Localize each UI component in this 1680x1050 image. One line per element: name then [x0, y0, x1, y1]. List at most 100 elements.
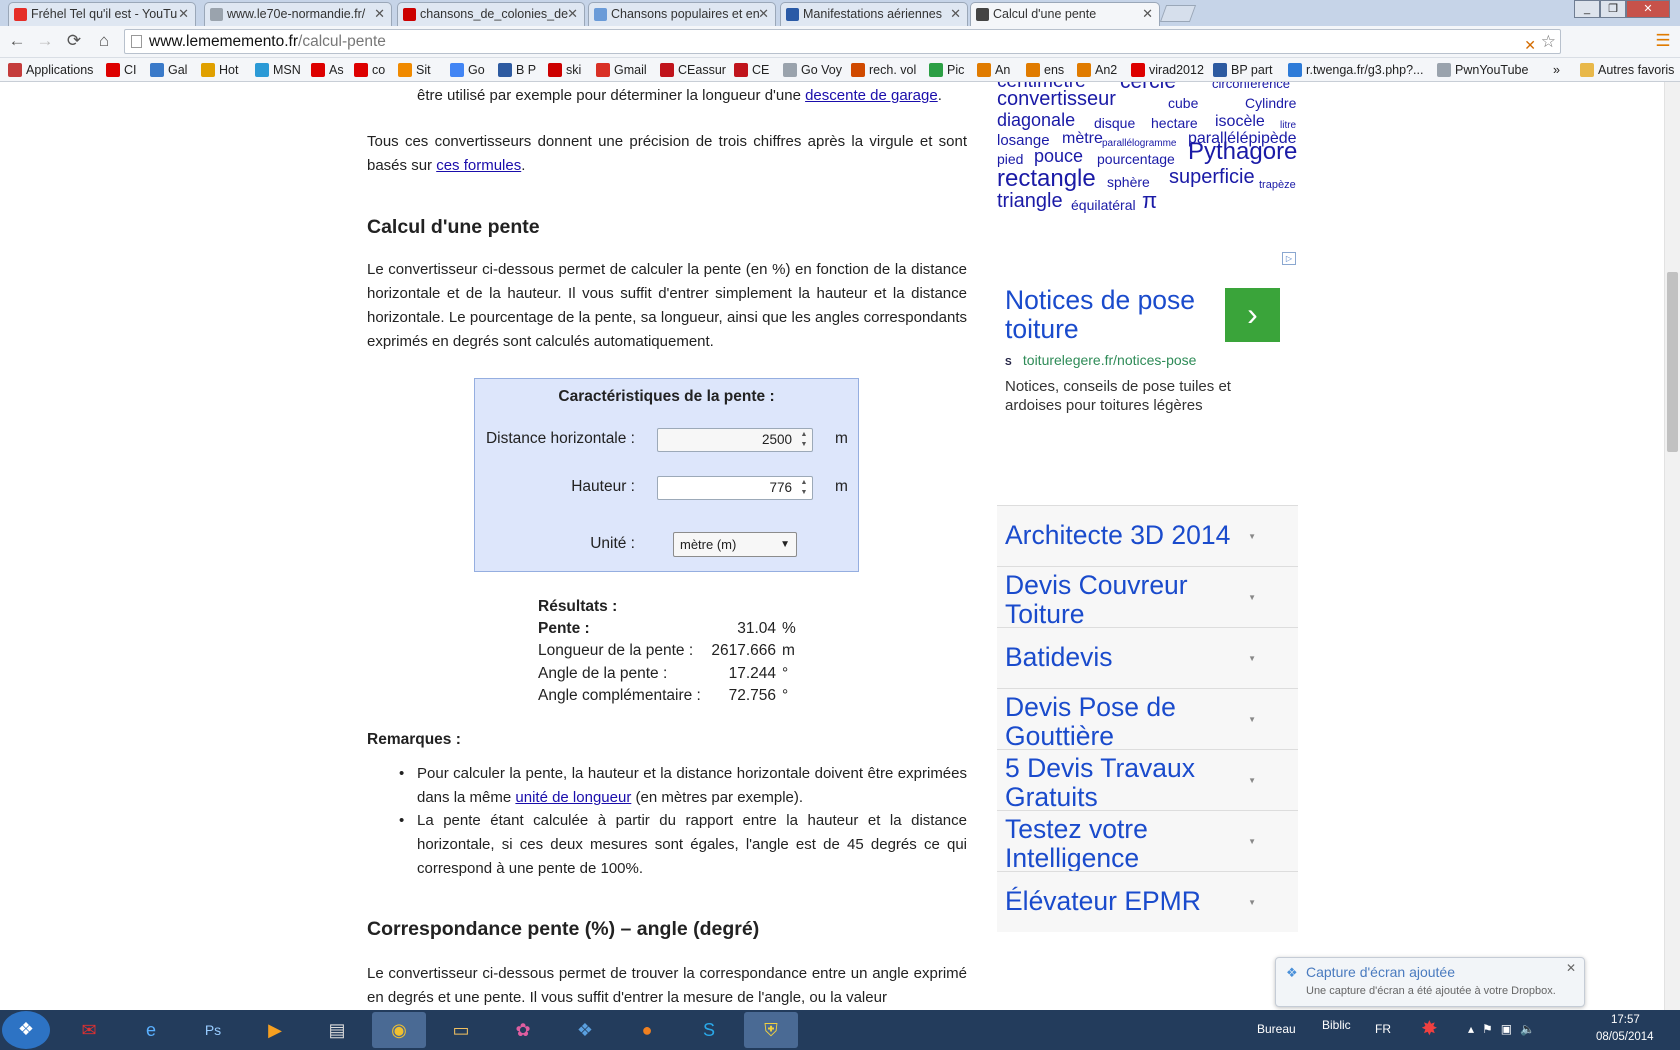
bookmark-10[interactable]: B P	[498, 62, 536, 78]
forward-icon[interactable]: →	[34, 30, 56, 52]
spinner-arrows-icon[interactable]: ▲ ▼	[798, 478, 810, 498]
ad-link-row[interactable]: Devis Couvreur Toiture ▼	[997, 566, 1298, 629]
bookmark-21[interactable]: virad2012	[1131, 62, 1204, 78]
vertical-scrollbar[interactable]	[1664, 82, 1680, 1010]
biblio-toolbar[interactable]: Biblic	[1322, 1018, 1351, 1032]
tag-link[interactable]: trapèze	[1259, 174, 1296, 197]
app-icon[interactable]: ✉	[62, 1012, 116, 1048]
bookmark-15[interactable]: Go Voy	[783, 62, 842, 78]
tag-link[interactable]: Pythagore	[1188, 140, 1297, 164]
new-tab-button[interactable]	[1159, 5, 1197, 22]
tab-5[interactable]: Manifestations aériennes ✕	[780, 2, 968, 26]
bureau-toolbar[interactable]: Bureau	[1257, 1022, 1296, 1036]
ad-link-row[interactable]: Élévateur EPMR ▼	[997, 871, 1298, 932]
bookmark-6[interactable]: As	[311, 62, 344, 78]
media-player-icon[interactable]: ▶	[248, 1012, 302, 1048]
home-icon[interactable]: ⌂	[93, 30, 115, 52]
reload-icon[interactable]: ⟳	[63, 30, 85, 52]
bookmark-8[interactable]: Sit	[398, 62, 431, 78]
ad-link-row[interactable]: Batidevis ▼	[997, 627, 1298, 688]
bookmark-star-icon[interactable]: ☆	[1541, 30, 1556, 53]
close-window-button[interactable]: ✕	[1626, 0, 1670, 18]
unit-select[interactable]: mètre (m) ▼	[673, 532, 797, 557]
tab-4[interactable]: Chansons populaires et en ✕	[588, 2, 776, 26]
extension-icon[interactable]: ✕	[1524, 34, 1536, 57]
link-descente-garage[interactable]: descente de garage	[805, 87, 938, 104]
bookmark-7[interactable]: co	[354, 62, 385, 78]
link-unite-longueur[interactable]: unité de longueur	[515, 789, 631, 806]
height-input[interactable]: 776 ▲ ▼	[657, 476, 813, 500]
bookmark-13[interactable]: CEassur	[660, 62, 726, 78]
tray-icons[interactable]: ▴⚑▣🔈	[1468, 1022, 1543, 1036]
back-icon[interactable]: ←	[6, 30, 28, 52]
ie-icon[interactable]: e	[124, 1012, 178, 1048]
bookmark-19[interactable]: ens	[1026, 62, 1064, 78]
tag-link[interactable]: π	[1142, 189, 1157, 212]
tag-link[interactable]: triangle	[997, 190, 1063, 213]
bookmark-18[interactable]: An	[977, 62, 1010, 78]
bookmark-12[interactable]: Gmail	[596, 62, 647, 78]
tab-2[interactable]: www.le70e-normandie.fr/ ✕	[204, 2, 392, 26]
language-indicator[interactable]: FR	[1375, 1022, 1391, 1036]
ad-arrow-button[interactable]: ›	[1225, 288, 1280, 342]
close-tab-icon[interactable]: ✕	[950, 3, 961, 25]
clock-date[interactable]: 08/05/2014	[1596, 1031, 1654, 1043]
bookmarks-more-button[interactable]: »	[1553, 62, 1560, 78]
bookmark-1[interactable]: Applications	[8, 62, 93, 78]
tab-6[interactable]: Calcul d'une pente ✕	[970, 2, 1160, 26]
bookmark-11[interactable]: ski	[548, 62, 581, 78]
bookmark-3[interactable]: Gal	[150, 62, 187, 78]
start-button[interactable]: ❖	[2, 1011, 50, 1049]
ad-title[interactable]: Notices de pose toiture	[1005, 286, 1215, 344]
ad-link-row[interactable]: Architecte 3D 2014 ▼	[997, 505, 1298, 566]
tag-link[interactable]: équilatéral	[1071, 194, 1136, 217]
photoshop-icon[interactable]: Ps	[186, 1012, 240, 1048]
spinner-arrows-icon[interactable]: ▲ ▼	[798, 430, 810, 450]
tag-link[interactable]: rectangle	[997, 167, 1096, 191]
tray-app-icon[interactable]: ✸	[1421, 1016, 1438, 1041]
address-bar[interactable]: www.lemememento.fr/calcul-pente ✕ ☆	[124, 29, 1561, 54]
ad-link-row[interactable]: Testez votre Intelligence ▼	[997, 810, 1298, 873]
firefox-icon[interactable]: ●	[620, 1012, 674, 1048]
adchoices-icon[interactable]: ▷	[1282, 252, 1296, 265]
close-icon[interactable]: ✕	[1566, 961, 1576, 975]
dropbox-taskbar-icon[interactable]: ❖	[558, 1012, 612, 1048]
bookmark-5[interactable]: MSN	[255, 62, 301, 78]
ad-link-row[interactable]: 5 Devis Travaux Gratuits ▼	[997, 749, 1298, 812]
ad-link-row[interactable]: Devis Pose de Gouttière ▼	[997, 688, 1298, 751]
maximize-button[interactable]: ❐	[1600, 0, 1626, 18]
tag-link[interactable]: convertisseur	[997, 88, 1116, 111]
dropbox-notification[interactable]: ❖ Capture d'écran ajoutée ✕ Une capture …	[1275, 957, 1585, 1007]
bookmark-22[interactable]: BP part	[1213, 62, 1272, 78]
close-tab-icon[interactable]: ✕	[374, 3, 385, 25]
close-tab-icon[interactable]: ✕	[567, 3, 578, 25]
tab-1[interactable]: Fréhel Tel qu'il est - YouTu ✕	[8, 2, 196, 26]
tab-3[interactable]: chansons_de_colonies_de ✕	[397, 2, 585, 26]
distance-input[interactable]: 2500 ▲ ▼	[657, 428, 813, 452]
explorer-icon[interactable]: ▭	[434, 1012, 488, 1048]
clock-time[interactable]: 17:57	[1611, 1014, 1640, 1026]
bookmark-9[interactable]: Go	[450, 62, 485, 78]
bookmark-20[interactable]: An2	[1077, 62, 1117, 78]
skype-icon[interactable]: S	[682, 1012, 736, 1048]
link-formules[interactable]: ces formules	[436, 157, 521, 174]
tag-link[interactable]: superficie	[1169, 166, 1255, 189]
bookmark-4[interactable]: Hot	[201, 62, 238, 78]
minimize-button[interactable]: _	[1574, 0, 1600, 18]
close-tab-icon[interactable]: ✕	[1142, 3, 1153, 25]
chrome-icon[interactable]: ◉	[372, 1012, 426, 1048]
document-icon[interactable]: ▤	[310, 1012, 364, 1048]
close-tab-icon[interactable]: ✕	[178, 3, 189, 25]
bookmark-16[interactable]: rech. vol	[851, 62, 916, 78]
picasa-icon[interactable]: ✿	[496, 1012, 550, 1048]
close-tab-icon[interactable]: ✕	[758, 3, 769, 25]
bookmark-23[interactable]: r.twenga.fr/g3.php?...	[1288, 62, 1423, 78]
other-bookmarks[interactable]: Autres favoris	[1580, 62, 1674, 78]
bookmark-2[interactable]: CI	[106, 62, 137, 78]
menu-icon[interactable]: ☰	[1652, 30, 1674, 52]
security-icon[interactable]: ⛨	[744, 1012, 798, 1048]
scroll-thumb[interactable]	[1667, 272, 1678, 452]
bookmark-24[interactable]: PwnYouTube	[1437, 62, 1528, 78]
ad-url[interactable]: S toiturelegere.fr/notices-pose	[1005, 352, 1196, 368]
tag-link[interactable]: pourcentage	[1097, 148, 1175, 171]
